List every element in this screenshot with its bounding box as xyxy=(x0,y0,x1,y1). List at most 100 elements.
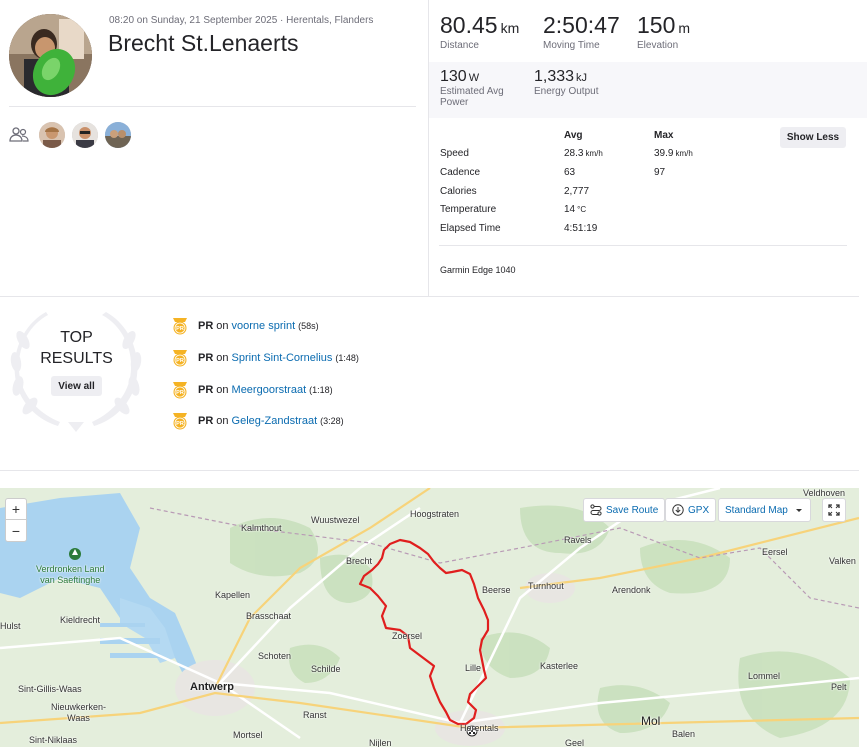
stat-value: 2:50:47 xyxy=(543,12,620,38)
on-label: on xyxy=(216,352,229,364)
divider xyxy=(0,296,859,297)
max-header: Max xyxy=(654,130,674,141)
speed-avg: 28.3 km/h xyxy=(564,148,603,159)
divider xyxy=(0,470,859,471)
pr-label: PR xyxy=(198,415,214,427)
pr-time: (1:48) xyxy=(335,353,359,363)
stat-energy: 1,333 kJ Energy Output xyxy=(534,68,598,97)
pr-label: PR xyxy=(198,384,214,396)
on-label: on xyxy=(216,384,229,396)
map-label: Nieuwkerken- Waas xyxy=(51,702,107,723)
stat-elevation: 150 m Elevation xyxy=(637,12,690,51)
save-route-button[interactable]: Save Route xyxy=(583,498,666,522)
map-label: Mol xyxy=(641,714,661,728)
calories-value: 2,777 xyxy=(564,186,590,197)
stat-moving-time: 2:50:47 Moving Time xyxy=(543,12,623,51)
pr-item: PR PR on voorne sprint (58s) xyxy=(171,317,319,335)
divider xyxy=(9,106,416,107)
pr-item: PR PR on Sprint Sint-Cornelius (1:48) xyxy=(171,349,359,367)
cadence-max: 97 xyxy=(654,167,666,178)
pr-label: PR xyxy=(198,352,214,364)
map-label: Kalmthout xyxy=(241,523,282,533)
map-style-label: Standard Map xyxy=(725,504,788,516)
top-results-title: TOP RESULTS xyxy=(40,329,113,367)
map-label: Pelt xyxy=(831,682,847,692)
map-label: Veldhoven xyxy=(803,488,846,498)
segment-link[interactable]: Meergoorstraat xyxy=(232,384,307,396)
segment-link[interactable]: Geleg-Zandstraat xyxy=(232,415,318,427)
map-label: Wuustwezel xyxy=(311,515,360,525)
save-route-label: Save Route xyxy=(606,504,659,516)
row-label-elapsed: Elapsed Time xyxy=(440,223,501,234)
map-label: Eersel xyxy=(762,547,788,557)
temperature-value: 14 °C xyxy=(564,204,587,215)
route-map[interactable]: Veldhoven Hoogstraten Kalmthout Wuustwez… xyxy=(0,488,859,747)
route-icon xyxy=(590,504,602,516)
view-all-button[interactable]: View all xyxy=(51,376,102,396)
map-label: Nijlen xyxy=(369,738,392,747)
map-label: Valken xyxy=(829,556,856,566)
stat-unit: km xyxy=(500,20,520,36)
pr-medal-icon: PR xyxy=(173,318,187,335)
map-label: Turnhout xyxy=(528,581,564,591)
group-icon xyxy=(9,127,29,142)
map-label: Brecht xyxy=(346,556,373,566)
segment-link[interactable]: Sprint Sint-Cornelius xyxy=(232,352,333,364)
download-icon xyxy=(672,504,684,516)
row-label-calories: Calories xyxy=(440,186,477,197)
map-label: Ranst xyxy=(303,710,327,720)
stat-power: 130 W Estimated Avg Power xyxy=(440,68,504,108)
svg-text:PR: PR xyxy=(176,421,184,427)
zoom-in-button[interactable]: + xyxy=(6,499,26,520)
show-less-button[interactable]: Show Less xyxy=(780,127,846,148)
kudos-avatar[interactable] xyxy=(39,122,65,148)
map-label: Mortsel xyxy=(233,730,263,740)
pr-time: (58s) xyxy=(298,321,319,331)
on-label: on xyxy=(216,415,229,427)
device-name: Garmin Edge 1040 xyxy=(440,265,516,275)
stat-label: Power xyxy=(440,97,469,108)
gpx-button[interactable]: GPX xyxy=(665,498,717,522)
on-label: on xyxy=(216,320,229,332)
athlete-name[interactable]: Brecht St.Lenaerts xyxy=(108,30,299,57)
stat-label: Estimated Avg xyxy=(440,86,504,97)
fullscreen-button[interactable] xyxy=(822,498,846,522)
pr-medal-icon: PR xyxy=(173,382,187,399)
map-label: Kapellen xyxy=(215,590,251,600)
segment-link[interactable]: voorne sprint xyxy=(232,320,296,332)
kudos-avatar[interactable] xyxy=(72,122,98,148)
map-label: Arendonk xyxy=(612,585,651,595)
stat-label: Moving Time xyxy=(543,40,600,51)
chevron-down-icon xyxy=(795,509,802,512)
map-label: Ravels xyxy=(564,535,592,545)
stat-distance: 80.45 km Distance xyxy=(440,12,519,51)
pr-time: (1:18) xyxy=(309,385,333,395)
map-label: Lommel xyxy=(748,671,781,681)
kudos-avatar[interactable] xyxy=(105,122,131,148)
map-label: Lille xyxy=(465,663,482,673)
gpx-label: GPX xyxy=(688,504,710,516)
zoom-out-button[interactable]: − xyxy=(6,520,26,541)
expand-icon xyxy=(828,504,840,516)
stat-unit: m xyxy=(678,20,691,36)
svg-text:PR: PR xyxy=(176,326,184,332)
map-label: Zoersel xyxy=(392,631,423,641)
pr-medal-icon: PR xyxy=(173,350,187,367)
divider xyxy=(439,245,847,246)
map-label: Antwerp xyxy=(190,681,234,693)
athlete-avatar[interactable] xyxy=(9,14,92,97)
pr-label: PR xyxy=(198,320,214,332)
stat-unit: kJ xyxy=(576,72,588,84)
pr-item: PR PR on Meergoorstraat (1:18) xyxy=(171,381,333,399)
map-base xyxy=(0,488,859,747)
row-label-cadence: Cadence xyxy=(440,167,481,178)
stat-unit: W xyxy=(468,72,480,84)
map-label: Brasschaat xyxy=(246,611,292,621)
pr-item: PR PR on Geleg-Zandstraat (3:28) xyxy=(171,412,344,430)
activity-panel: 08:20 on Sunday, 21 September 2025 · Her… xyxy=(0,0,867,747)
zoom-control: + − xyxy=(5,498,27,542)
map-style-select[interactable]: Standard Map xyxy=(718,498,811,522)
stat-value: 130 xyxy=(440,68,467,85)
svg-text:PR: PR xyxy=(176,358,184,364)
activity-meta: 08:20 on Sunday, 21 September 2025 · Her… xyxy=(109,15,374,26)
